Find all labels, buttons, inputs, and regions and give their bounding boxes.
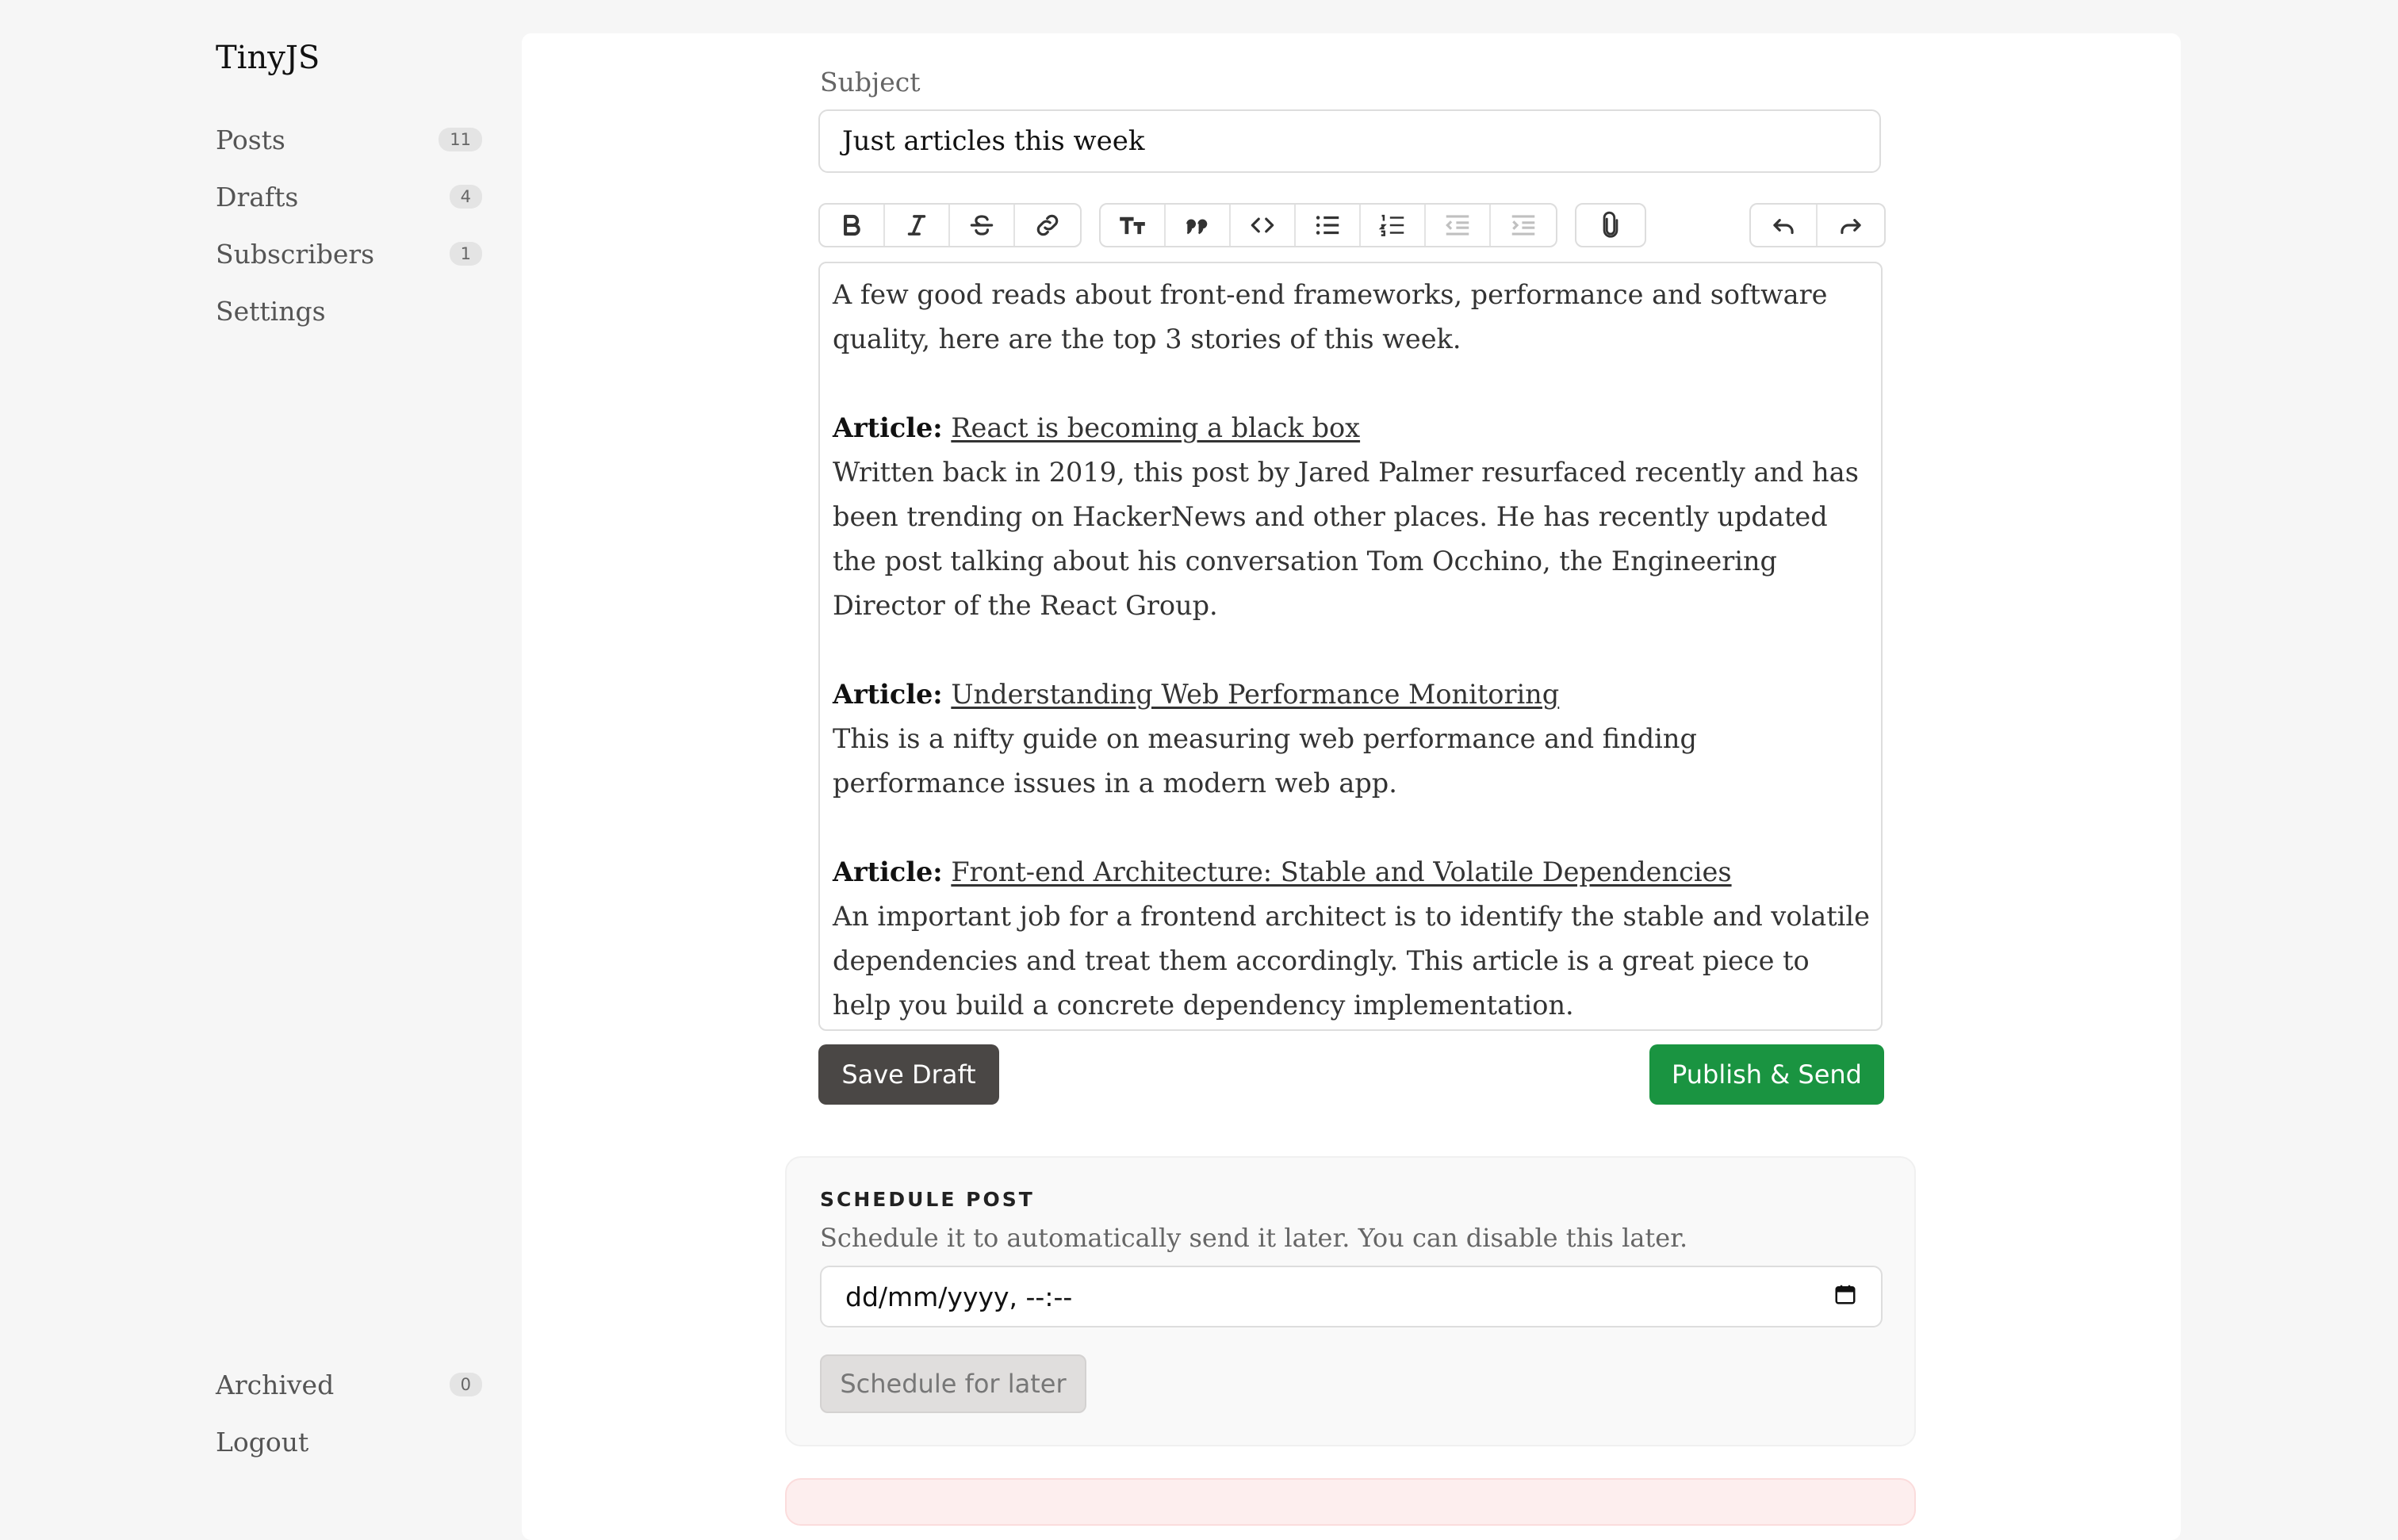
article-link[interactable]: Understanding Web Performance Monitoring <box>951 679 1559 710</box>
count-badge: 1 <box>449 242 482 266</box>
datetime-input[interactable]: dd/mm/yyyy, --:-- <box>820 1266 1883 1327</box>
subject-input[interactable]: Just articles this week <box>818 109 1881 173</box>
brand-logo[interactable]: TinyJS <box>216 40 320 76</box>
rich-text-editor[interactable]: A few good reads about front-end framewo… <box>818 262 1883 1031</box>
article-text: This is a nifty guide on measuring web p… <box>833 723 1697 799</box>
article-prefix: Article: <box>833 412 943 443</box>
sidebar-item-archived[interactable]: Archived 0 <box>216 1362 482 1407</box>
block-toolbar-group <box>1099 203 1557 247</box>
heading-icon[interactable] <box>1101 205 1166 246</box>
attachment-icon[interactable] <box>1576 205 1645 246</box>
article-text: An important job for a frontend architec… <box>833 901 1870 1021</box>
count-badge: 11 <box>439 128 482 151</box>
danger-zone-section <box>785 1478 1916 1526</box>
article-prefix: Article: <box>833 679 943 710</box>
intro-paragraph: A few good reads about front-end framewo… <box>833 279 1828 354</box>
sidebar-item-label: Logout <box>216 1426 309 1458</box>
quote-icon[interactable] <box>1166 205 1231 246</box>
schedule-later-button[interactable]: Schedule for later <box>820 1354 1086 1413</box>
sidebar-item-logout[interactable]: Logout <box>216 1419 482 1464</box>
italic-icon[interactable] <box>885 205 950 246</box>
strikethrough-icon[interactable] <box>950 205 1015 246</box>
redo-icon[interactable] <box>1818 205 1884 246</box>
sidebar-item-drafts[interactable]: Drafts 4 <box>216 174 482 219</box>
schedule-title: SCHEDULE POST <box>820 1188 1035 1211</box>
subject-label: Subject <box>820 67 921 98</box>
subject-value: Just articles this week <box>842 125 1145 157</box>
outdent-icon[interactable] <box>1426 205 1491 246</box>
publish-send-button[interactable]: Publish & Send <box>1649 1044 1884 1105</box>
sidebar-item-settings[interactable]: Settings <box>216 289 482 333</box>
sidebar-item-subscribers[interactable]: Subscribers 1 <box>216 232 482 276</box>
sidebar-item-label: Subscribers <box>216 238 375 270</box>
sidebar-item-label: Posts <box>216 124 285 155</box>
datetime-placeholder: dd/mm/yyyy, --:-- <box>845 1281 1073 1312</box>
sidebar: TinyJS Posts 11 Drafts 4 Subscribers 1 S… <box>0 0 523 1499</box>
article-text: Written back in 2019, this post by Jared… <box>833 457 1859 621</box>
sidebar-item-label: Settings <box>216 295 326 327</box>
article-heading: Article: Understanding Web Performance M… <box>833 672 1870 717</box>
attach-toolbar-group <box>1575 203 1646 247</box>
undo-icon[interactable] <box>1751 205 1818 246</box>
link-icon[interactable] <box>1015 205 1080 246</box>
sidebar-item-posts[interactable]: Posts 11 <box>216 117 482 162</box>
numbered-list-icon[interactable] <box>1361 205 1426 246</box>
indent-icon[interactable] <box>1491 205 1556 246</box>
schedule-description: Schedule it to automatically send it lat… <box>820 1223 1688 1253</box>
article-heading: Article: React is becoming a black box <box>833 406 1870 450</box>
article-link[interactable]: React is becoming a black box <box>951 412 1360 443</box>
article-prefix: Article: <box>833 856 943 887</box>
format-toolbar-group <box>818 203 1082 247</box>
article-link[interactable]: Front-end Architecture: Stable and Volat… <box>951 856 1731 887</box>
sidebar-item-label: Archived <box>216 1369 335 1400</box>
count-badge: 4 <box>449 185 482 209</box>
bullet-list-icon[interactable] <box>1296 205 1361 246</box>
sidebar-item-label: Drafts <box>216 181 299 213</box>
history-toolbar-group <box>1749 203 1886 247</box>
article-heading: Article: Front-end Architecture: Stable … <box>833 850 1870 895</box>
calendar-icon[interactable] <box>1833 1281 1857 1312</box>
save-draft-button[interactable]: Save Draft <box>818 1044 999 1105</box>
count-badge: 0 <box>449 1373 482 1396</box>
code-icon[interactable] <box>1231 205 1296 246</box>
bold-icon[interactable] <box>820 205 885 246</box>
